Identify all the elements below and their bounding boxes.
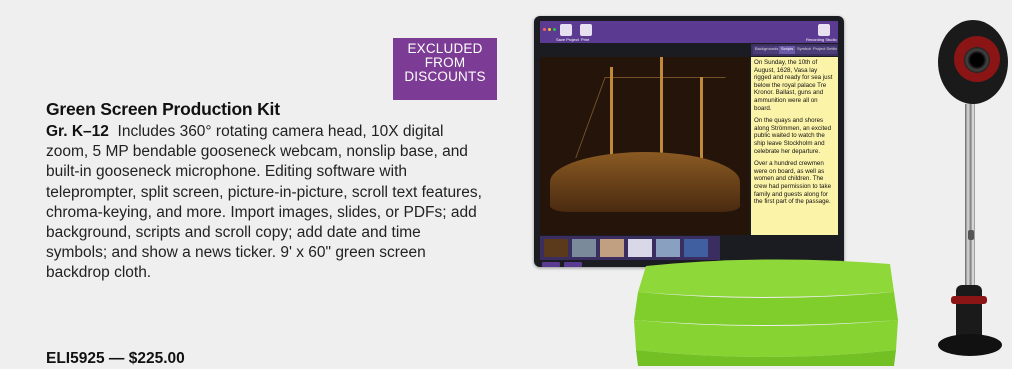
slide-thumbnail-strip xyxy=(540,236,720,260)
slide-thumbnail xyxy=(656,239,680,257)
badge-line-3: DISCOUNTS xyxy=(404,68,486,84)
grade-range: Gr. K–12 xyxy=(46,123,109,140)
webcam-lens-icon xyxy=(964,47,990,73)
ship-mast xyxy=(610,67,613,167)
remove-slide-button xyxy=(564,262,582,267)
webcam-stand-accent xyxy=(951,296,987,304)
green-screen-cloth xyxy=(634,259,898,366)
prompter-paragraph: On the quays and shores along Strömmen, … xyxy=(754,117,832,155)
software-toolbar: Save Project Print Recording Studio xyxy=(540,21,838,43)
webcam-stand xyxy=(956,285,982,340)
ship-mast xyxy=(660,57,663,167)
save-project-label: Save Project xyxy=(556,37,579,42)
product-description: Gr. K–12 Includes 360° rotating camera h… xyxy=(46,122,486,284)
sku-price: ELI5925 — $225.00 xyxy=(46,350,185,367)
cloth-fold xyxy=(634,320,898,357)
slide-thumbnail xyxy=(572,239,596,257)
ship-mast xyxy=(700,77,703,167)
tab-backgrounds: Backgrounds xyxy=(753,46,781,54)
description-text: Includes 360° rotating camera head, 10X … xyxy=(46,123,482,282)
recording-studio-icon xyxy=(818,24,830,36)
product-panel: EXCLUDED FROM DISCOUNTS Green Screen Pro… xyxy=(0,0,1012,369)
print-icon xyxy=(580,24,592,36)
tab-scripts: Scripts xyxy=(779,46,796,54)
prompter-paragraph: Over a hundred crewmen were on board, as… xyxy=(754,160,832,206)
cloth-fold xyxy=(638,259,894,297)
prompter-paragraph: On Sunday, the 10th of August, 1628, Vas… xyxy=(754,59,833,112)
ship-photo xyxy=(540,57,749,235)
print-label: Print xyxy=(581,37,590,42)
microphone-icon xyxy=(968,230,974,240)
gooseneck xyxy=(971,104,975,290)
monitor-screen-image: Save Project Print Recording Studio Back… xyxy=(534,16,844,267)
slide-thumbnail xyxy=(600,239,624,257)
slide-thumbnail xyxy=(684,239,708,257)
save-project-icon xyxy=(560,24,572,36)
window-zoom-dot xyxy=(553,28,556,31)
badge-line-1: EXCLUDED xyxy=(407,41,483,56)
window-minimize-dot xyxy=(548,28,551,31)
tab-project-settings: Project Settings xyxy=(811,46,837,54)
badge-line-2: FROM xyxy=(424,54,466,70)
excluded-from-discounts-badge: EXCLUDED FROM DISCOUNTS xyxy=(393,38,497,100)
add-slide-button xyxy=(542,262,560,267)
product-title: Green Screen Production Kit xyxy=(46,99,280,119)
ship-hull xyxy=(550,152,740,212)
teleprompter-text: On Sunday, the 10th of August, 1628, Vas… xyxy=(751,57,838,235)
window-close-dot xyxy=(543,28,546,31)
prompter-tabs: Backgrounds Scripts Symbols Project Sett… xyxy=(751,44,838,56)
slide-thumbnail xyxy=(628,239,652,257)
recording-studio-label: Recording Studio xyxy=(806,37,837,42)
slide-thumbnail xyxy=(544,239,568,257)
webcam-base xyxy=(938,334,1002,356)
ship-rigging xyxy=(575,77,726,158)
